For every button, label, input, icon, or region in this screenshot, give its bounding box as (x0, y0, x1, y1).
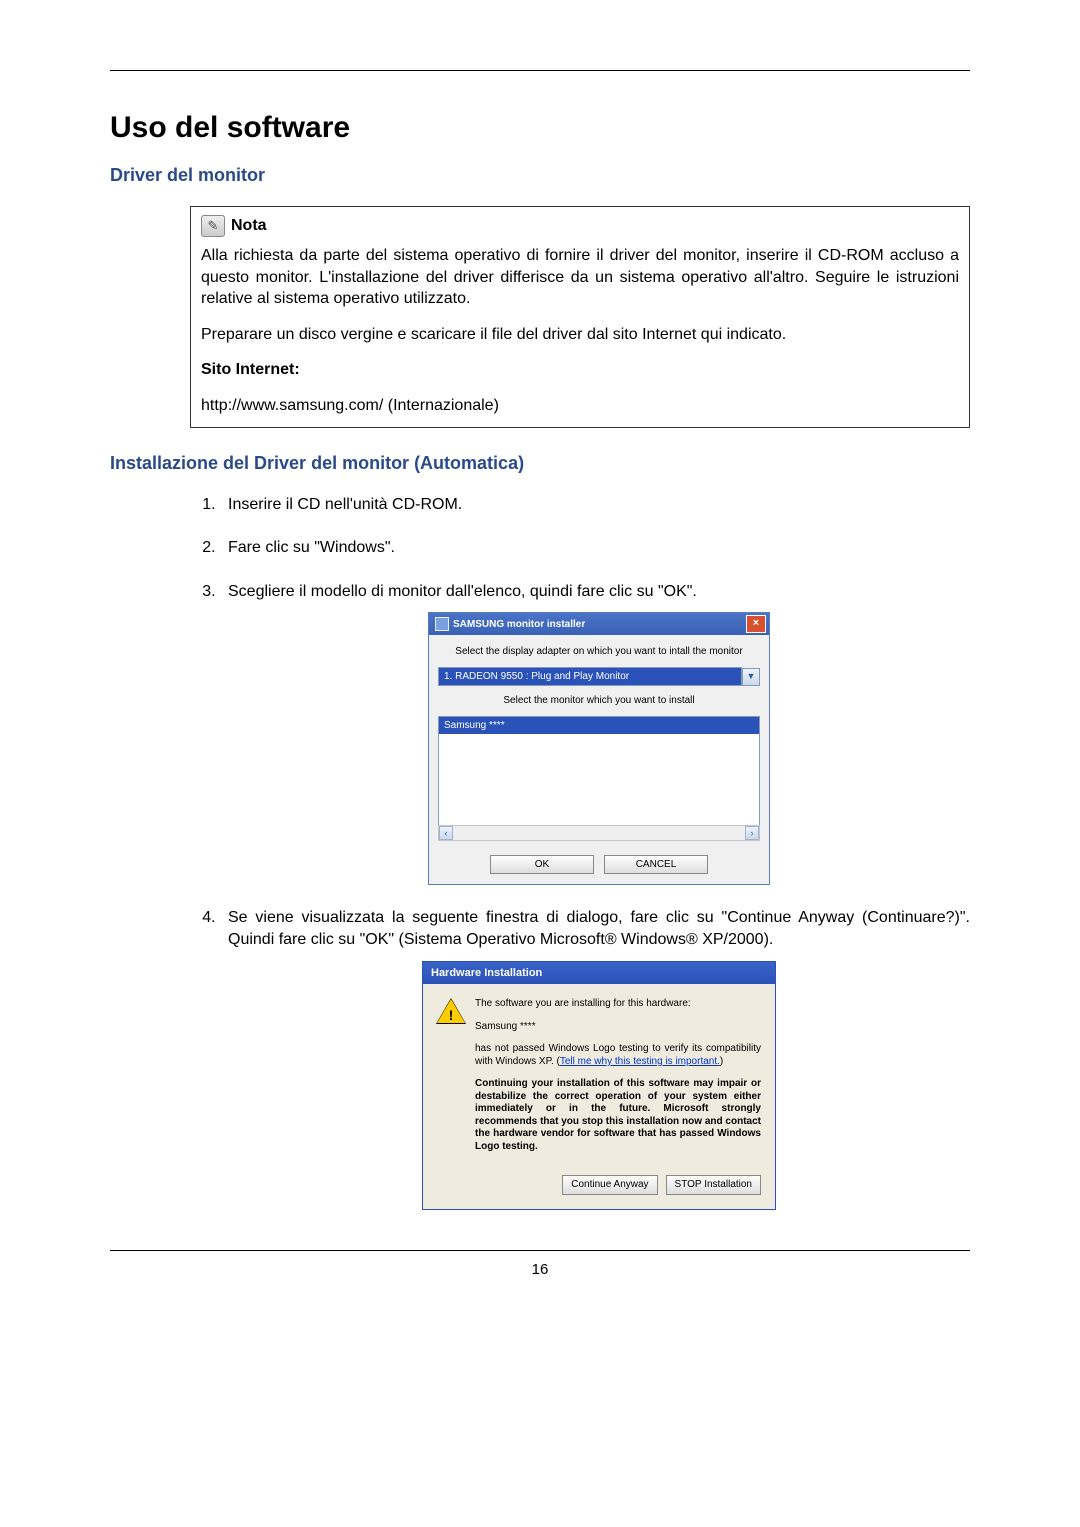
hw-bold-warning: Continuing your installation of this sof… (475, 1078, 761, 1153)
hw-body: ! The software you are installing for th… (423, 984, 775, 1171)
adapter-select[interactable]: 1. RADEON 9550 : Plug and Play Monitor (438, 667, 742, 687)
hw-product: Samsung **** (475, 1021, 761, 1034)
step-4: Se viene visualizzata la seguente finest… (220, 907, 970, 1210)
hardware-installation-dialog: Hardware Installation ! The software you… (422, 961, 776, 1210)
note-header: ✎ Nota (201, 215, 959, 237)
section1-title: Driver del monitor (110, 165, 970, 186)
chevron-down-icon[interactable]: ▼ (742, 668, 760, 686)
step-3-text: Scegliere il modello di monitor dall'ele… (228, 583, 697, 600)
hw-line2b: ) (720, 1056, 723, 1067)
scroll-right-icon[interactable]: › (745, 826, 759, 840)
installer-body: Select the display adapter on which you … (429, 635, 769, 884)
monitor-list[interactable]: Samsung **** (438, 716, 760, 826)
warning-bang: ! (437, 1006, 465, 1025)
installer-titlebar: SAMSUNG monitor installer × (429, 613, 769, 635)
step-3: Scegliere il modello di monitor dall'ele… (220, 581, 970, 886)
note-box: ✎ Nota Alla richiesta da parte del siste… (190, 206, 970, 428)
section2-title: Installazione del Driver del monitor (Au… (110, 453, 970, 474)
steps-list: Inserire il CD nell'unità CD-ROM. Fare c… (190, 494, 970, 1210)
site-url: http://www.samsung.com/ (Internazionale) (201, 395, 959, 417)
hw-dialog-wrap: Hardware Installation ! The software you… (228, 961, 970, 1210)
monitor-list-item[interactable]: Samsung **** (439, 717, 759, 735)
monitor-label: Select the monitor which you want to ins… (438, 694, 760, 708)
note-icon: ✎ (201, 215, 225, 237)
hw-line2: has not passed Windows Logo testing to v… (475, 1043, 761, 1068)
scroll-left-icon[interactable]: ‹ (439, 826, 453, 840)
bottom-rule (110, 1250, 970, 1251)
adapter-label: Select the display adapter on which you … (438, 645, 760, 659)
ok-button[interactable]: OK (490, 855, 594, 875)
step-1: Inserire il CD nell'unità CD-ROM. (220, 494, 970, 516)
installer-dialog: SAMSUNG monitor installer × Select the d… (428, 612, 770, 885)
cancel-button[interactable]: CANCEL (604, 855, 708, 875)
hw-titlebar: Hardware Installation (423, 962, 775, 985)
stop-installation-button[interactable]: STOP Installation (666, 1175, 761, 1195)
hw-buttons: Continue Anyway STOP Installation (423, 1171, 775, 1209)
page-heading: Uso del software (110, 111, 970, 145)
installer-buttons: OK CANCEL (438, 855, 760, 875)
site-label: Sito Internet: (201, 359, 959, 381)
installer-title-text: SAMSUNG monitor installer (453, 618, 585, 632)
top-rule (110, 70, 970, 71)
installer-dialog-wrap: SAMSUNG monitor installer × Select the d… (228, 612, 970, 885)
continue-anyway-button[interactable]: Continue Anyway (562, 1175, 657, 1195)
note-paragraph-1: Alla richiesta da parte del sistema oper… (201, 245, 959, 310)
note-title: Nota (231, 215, 267, 237)
note-paragraph-2: Preparare un disco vergine e scaricare i… (201, 324, 959, 346)
hw-line1: The software you are installing for this… (475, 998, 761, 1011)
adapter-select-row: 1. RADEON 9550 : Plug and Play Monitor ▼ (438, 667, 760, 687)
installer-title-icon (435, 617, 449, 631)
hw-link[interactable]: Tell me why this testing is important. (560, 1056, 720, 1067)
step-2: Fare clic su "Windows". (220, 537, 970, 559)
step-4-text: Se viene visualizzata la seguente finest… (228, 907, 970, 950)
close-icon[interactable]: × (746, 615, 766, 633)
hw-text: The software you are installing for this… (475, 998, 761, 1163)
warning-icon: ! (437, 998, 465, 1024)
page-number: 16 (110, 1261, 970, 1278)
horizontal-scrollbar[interactable]: ‹ › (438, 825, 760, 841)
